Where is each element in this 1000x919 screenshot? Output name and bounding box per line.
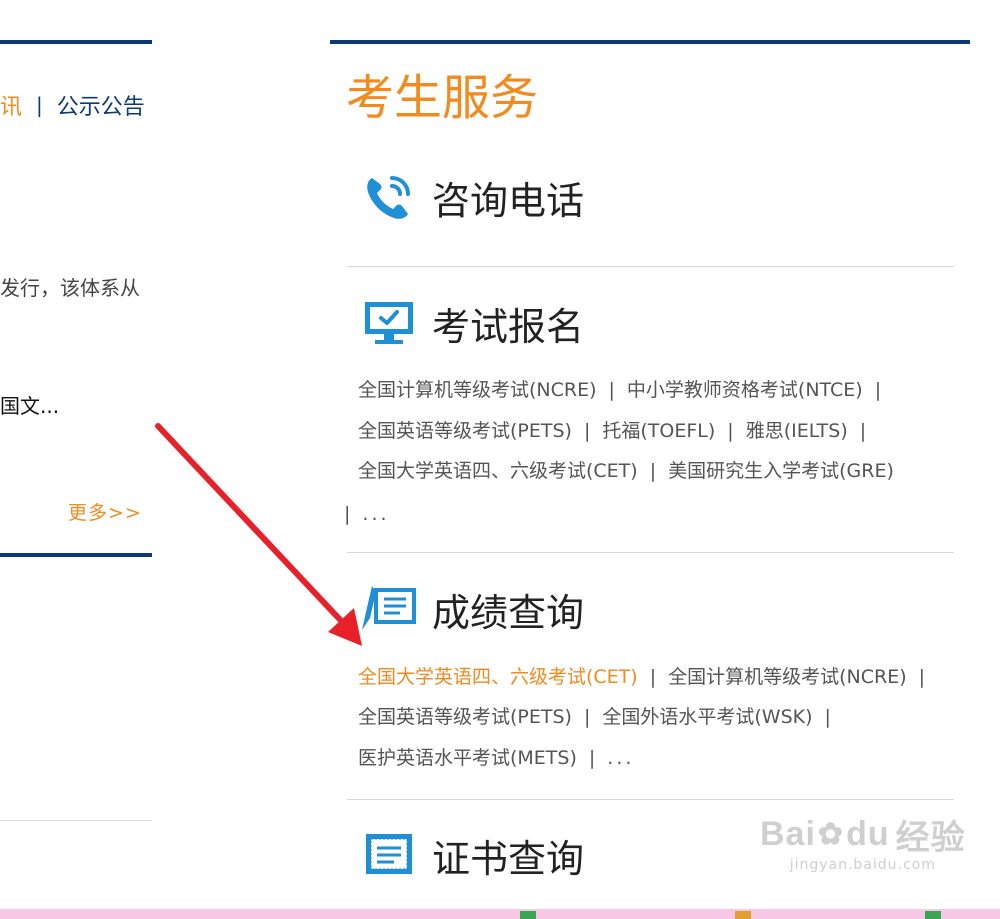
watermark-brand-2: du <box>846 815 890 853</box>
registration-link-gre[interactable]: 美国研究生入学考试(GRE) <box>668 460 894 482</box>
registration-link-ielts[interactable]: 雅思(IELTS) <box>746 420 848 442</box>
left-column-divider <box>0 820 152 821</box>
section-title-registration: 考试报名 <box>432 304 585 349</box>
registration-links-row: 全国大学英语四、六级考试(CET) | 美国研究生入学考试(GRE) <box>358 460 894 482</box>
registration-links-row: 全国计算机等级考试(NCRE) | 中小学教师资格考试(NTCE) | <box>358 379 882 401</box>
section-divider <box>347 552 954 553</box>
left-column-nav: 讯 | 公示公告 <box>0 90 145 120</box>
more-link[interactable]: 更多>> <box>68 498 142 525</box>
section-registration[interactable]: 考试报名 <box>360 294 584 352</box>
strip-marker <box>735 911 751 919</box>
score-link-cet[interactable]: 全国大学英语四、六级考试(CET) <box>358 666 638 688</box>
score-more-ellipsis[interactable]: ... <box>607 747 634 769</box>
section-score-query[interactable]: 成绩查询 <box>360 580 584 638</box>
bottom-strip <box>0 909 1000 919</box>
registration-link-pets[interactable]: 全国英语等级考试(PETS) <box>358 420 572 442</box>
registration-links-row: 全国英语等级考试(PETS) | 托福(TOEFL) | 雅思(IELTS) | <box>358 420 867 442</box>
panel-title: 考生服务 <box>346 70 539 126</box>
baidu-watermark: Bai ✿ du 经验 jingyan.baidu.com <box>760 810 966 873</box>
registration-link-ntce[interactable]: 中小学教师资格考试(NTCE) <box>627 379 863 401</box>
watermark-brand: Bai <box>760 815 816 853</box>
registration-link-ncre[interactable]: 全国计算机等级考试(NCRE) <box>358 379 597 401</box>
certificate-icon <box>360 826 418 884</box>
section-divider <box>347 799 954 800</box>
left-column-bottom-border <box>0 553 152 557</box>
news-snippet[interactable]: 发行，该体系从 <box>0 272 140 301</box>
score-link-wsk[interactable]: 全国外语水平考试(WSK) <box>602 706 812 728</box>
nav-separator: | <box>36 93 43 117</box>
left-column-top-border <box>0 40 152 44</box>
score-link-pets[interactable]: 全国英语等级考试(PETS) <box>358 706 572 728</box>
score-links-row: 全国大学英语四、六级考试(CET) | 全国计算机等级考试(NCRE) | <box>358 666 926 688</box>
score-links-row: 医护英语水平考试(METS) |... <box>358 747 635 769</box>
section-title-phone: 咨询电话 <box>432 178 585 223</box>
nav-item-announcements[interactable]: 公示公告 <box>57 89 145 121</box>
watermark-url: jingyan.baidu.com <box>789 857 936 873</box>
section-divider <box>347 266 954 267</box>
score-link-mets[interactable]: 医护英语水平考试(METS) <box>358 747 577 769</box>
paw-icon: ✿ <box>817 818 845 851</box>
news-snippet[interactable]: 国文... <box>0 390 59 419</box>
nav-item-news[interactable]: 讯 <box>0 89 22 121</box>
section-title-score-query: 成绩查询 <box>432 590 585 635</box>
watermark-brand-cn: 经验 <box>895 819 966 857</box>
registration-link-toefl[interactable]: 托福(TOEFL) <box>602 420 715 442</box>
panel-top-border <box>330 40 970 44</box>
score-link-ncre[interactable]: 全国计算机等级考试(NCRE) <box>668 666 907 688</box>
registration-link-cet[interactable]: 全国大学英语四、六级考试(CET) <box>358 460 638 482</box>
phone-icon <box>360 168 418 226</box>
monitor-icon <box>360 294 418 352</box>
section-certificate[interactable]: 证书查询 <box>360 826 584 884</box>
strip-marker <box>520 911 536 919</box>
annotation-arrow <box>150 420 380 664</box>
section-phone[interactable]: 咨询电话 <box>360 168 584 226</box>
score-links-row: 全国英语等级考试(PETS) | 全国外语水平考试(WSK) | <box>358 706 831 728</box>
section-title-certificate: 证书查询 <box>432 836 585 881</box>
strip-marker <box>925 911 941 919</box>
